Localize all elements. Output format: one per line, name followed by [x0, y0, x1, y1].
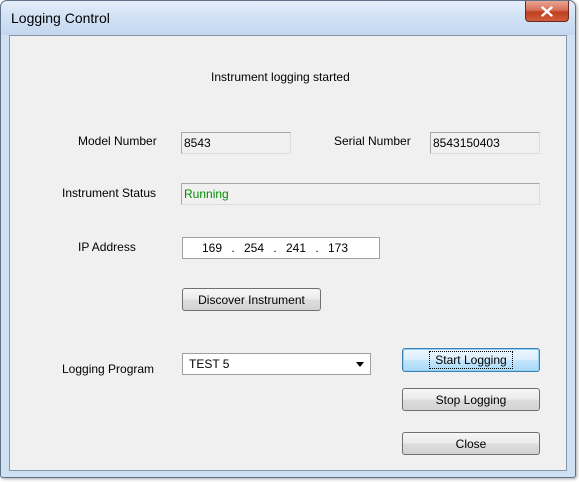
discover-instrument-label: Discover Instrument — [198, 292, 305, 307]
instrument-status-label: Instrument Status — [62, 186, 157, 200]
model-number-label: Model Number — [78, 134, 157, 148]
dialog-body: Instrument logging started Model Number … — [9, 35, 567, 471]
close-icon — [541, 5, 553, 17]
ip-address-label: IP Address — [78, 240, 136, 254]
logging-program-label: Logging Program — [62, 362, 155, 376]
title-bar[interactable]: Logging Control — [1, 1, 575, 35]
discover-instrument-button[interactable]: Discover Instrument — [182, 288, 321, 311]
status-message: Instrument logging started — [211, 70, 350, 84]
close-label: Close — [455, 436, 487, 451]
ip-octet-3[interactable]: 241 — [282, 241, 310, 255]
logging-program-select[interactable]: TEST 5 — [182, 353, 371, 375]
window-close-button[interactable] — [525, 1, 569, 22]
stop-logging-label: Stop Logging — [435, 392, 507, 407]
ip-separator: . — [273, 241, 277, 255]
ip-separator: . — [315, 241, 319, 255]
serial-number-label: Serial Number — [334, 134, 411, 148]
ip-octet-2[interactable]: 254 — [240, 241, 268, 255]
window-title: Logging Control — [11, 10, 110, 26]
instrument-status-field: Running — [181, 183, 540, 205]
logging-program-value: TEST 5 — [189, 357, 230, 371]
serial-number-field: 8543150403 — [430, 132, 540, 154]
ip-address-input[interactable]: 169 . 254 . 241 . 173 — [182, 237, 380, 259]
start-logging-label: Start Logging — [429, 351, 513, 369]
start-logging-button[interactable]: Start Logging — [402, 348, 540, 372]
model-number-field: 8543 — [181, 132, 291, 154]
ip-octet-4[interactable]: 173 — [324, 241, 352, 255]
close-button[interactable]: Close — [402, 432, 540, 455]
stop-logging-button[interactable]: Stop Logging — [402, 388, 540, 411]
chevron-down-icon[interactable] — [356, 362, 364, 367]
ip-octet-1[interactable]: 169 — [198, 241, 226, 255]
ip-separator: . — [231, 241, 235, 255]
logging-control-window: Logging Control Instrument logging start… — [0, 0, 576, 478]
